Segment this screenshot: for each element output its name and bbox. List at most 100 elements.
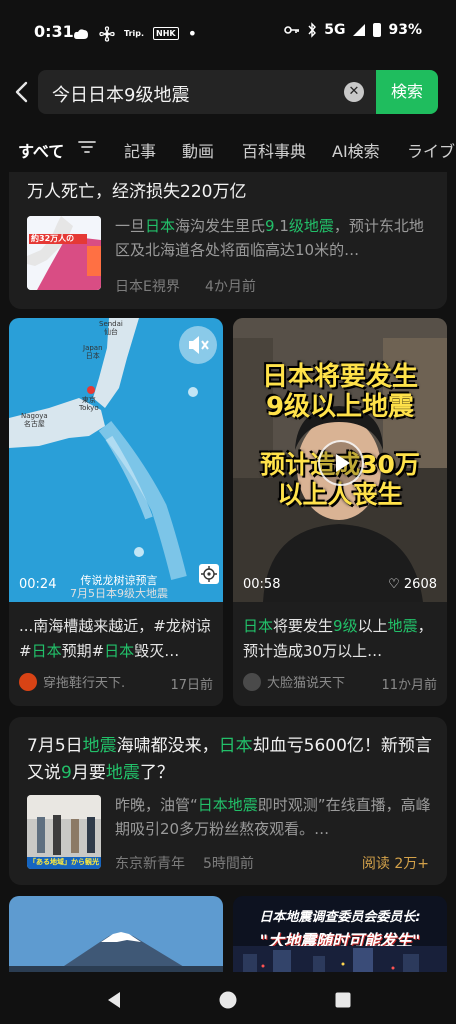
locate-icon[interactable] — [199, 564, 219, 584]
system-navigation-bar — [0, 974, 456, 1024]
title-highlight: 日本 — [243, 617, 274, 635]
nav-back-icon[interactable] — [104, 990, 124, 1010]
video-duration: 00:58 — [243, 577, 281, 592]
result-card-video[interactable] — [9, 896, 223, 972]
overlay-line: 日本将要发生 — [261, 362, 418, 392]
title-highlight: 日本 — [31, 642, 62, 660]
tab-ai-search[interactable]: AI検索 — [332, 138, 380, 162]
bluetooth-icon — [308, 22, 317, 38]
author-name: 大脸猫说天下 — [267, 676, 346, 691]
tab-articles[interactable]: 記事 — [124, 138, 156, 162]
tab-all[interactable]: すべて — [18, 138, 64, 162]
snippet-text: 昨晚，油管“ — [115, 796, 198, 814]
title-text: 月要 — [71, 763, 106, 783]
tab-live[interactable]: ライブ — [407, 138, 455, 162]
search-input[interactable]: 今日日本9级地震 ✕ — [38, 70, 376, 114]
result-card-video[interactable]: Sendai 仙台 Japan 日本 東京 Tokyo Nagoya 名古屋 传说龙树谅… — [9, 318, 223, 706]
article-source: 东京新青年 — [115, 856, 185, 872]
nhk-icon: NHK — [153, 27, 179, 40]
likes-count: 2608 — [403, 577, 437, 592]
overlay-line: 9级以上地震 — [265, 392, 415, 422]
result-card-video[interactable]: 日本将要发生 9级以上地震 预计造成30万 以上人丧生 00:58 ♡ 2608… — [233, 318, 447, 706]
article-date: 4か月前 — [205, 279, 256, 295]
filter-icon[interactable] — [78, 140, 96, 154]
video-author: 大脸猫说天下 — [243, 672, 345, 691]
title-text: 7月5日 — [27, 736, 83, 756]
article-thumbnail: 「ある地域」から観光 — [27, 795, 101, 869]
snippet-highlight: 日本 — [145, 217, 176, 235]
key-icon — [284, 26, 300, 34]
battery-percent: 93% — [388, 22, 422, 38]
overlay-line: 日本地震调查委员会委员长: — [259, 910, 421, 925]
title-text: 以上 — [357, 617, 388, 635]
title-text: 将要发生 — [273, 617, 334, 635]
mute-icon — [189, 336, 209, 354]
search-query-text: 今日日本9级地震 — [52, 85, 190, 106]
clear-icon[interactable]: ✕ — [344, 82, 364, 102]
mute-button[interactable] — [179, 326, 217, 364]
status-system-icons: 5G 93% — [284, 22, 422, 38]
article-title: 万人死亡，经济损失220万亿 — [27, 182, 247, 202]
video-overlay-headline: 日本将要发生 9级以上地震 — [233, 362, 447, 422]
tab-videos[interactable]: 動画 — [182, 138, 214, 162]
snippet-text: 海沟发生里氏 — [175, 217, 266, 235]
video-thumbnail: Sendai 仙台 Japan 日本 東京 Tokyo Nagoya 名古屋 传说龙树谅… — [9, 318, 223, 602]
snippet-highlight: 级地震 — [288, 217, 334, 235]
title-highlight: 地震 — [105, 763, 140, 783]
play-icon — [336, 454, 350, 472]
cloud-icon — [74, 28, 88, 39]
heart-icon: ♡ — [388, 577, 400, 592]
title-highlight: 9 — [61, 763, 72, 783]
article-snippet: 昨晚，油管“日本地震即时观测”在线直播，高峰期吸引20多万粉丝熬夜观看。… — [115, 793, 433, 841]
trip-icon: Trip. — [124, 29, 145, 38]
video-date: 11か月前 — [381, 678, 437, 693]
play-button[interactable] — [318, 440, 364, 486]
video-title: 日本将要发生9级以上地震，预计造成30万以上… — [243, 614, 441, 664]
map-label-tokyo: 東京 Tokyo — [79, 396, 99, 412]
thumbnail-caption: 約32万人の — [31, 234, 75, 243]
snippet-highlight: 9 — [265, 217, 275, 235]
video-author: 穿拖鞋行天下. — [19, 672, 125, 691]
fan-icon — [99, 25, 115, 42]
title-text: 了？ — [139, 763, 174, 783]
title-highlight: 地震 — [387, 617, 418, 635]
result-tabs: すべて 記事 動画 百科事典 AI検索 ライブ — [0, 124, 456, 172]
city-lights-image — [233, 946, 447, 972]
nav-recents-icon[interactable] — [334, 991, 352, 1009]
overlay-line: 传说龙树谅预言 — [80, 574, 158, 587]
video-date: 17日前 — [170, 678, 213, 693]
search-button[interactable]: 検索 — [376, 70, 438, 114]
read-count: 阅读 2万+ — [361, 856, 429, 872]
snippet-text: .1 — [274, 217, 289, 235]
video-likes: ♡ 2608 — [388, 577, 437, 592]
map-label-sendai: Sendai 仙台 — [99, 320, 123, 336]
snippet-highlight: 日本地震 — [197, 796, 258, 814]
map-label-japan: Japan 日本 — [83, 344, 103, 360]
status-time: 0:31 — [34, 22, 74, 41]
article-title: 7月5日地震海啸都没来，日本却血亏5600亿！新预言又说9月要地震了？ — [27, 733, 433, 787]
title-text: 预期# — [61, 642, 105, 660]
battery-icon — [373, 23, 382, 37]
result-card-video[interactable]: 日本地震调查委员会委员长: "大地震随时可能发生" — [233, 896, 447, 972]
video-title: ...南海槽越来越近，#龙树谅#日本预期#日本毁灭… — [19, 614, 217, 664]
result-card-article[interactable]: 万人死亡，经济损失220万亿 約32万人の 一旦日本海沟发生里氏9.1级地震，预… — [9, 172, 447, 309]
tab-encyclopedia[interactable]: 百科事典 — [242, 138, 306, 162]
map-thumbnail-image — [27, 216, 101, 290]
author-name: 穿拖鞋行天下. — [43, 676, 126, 691]
video-overlay-headline: 日本地震调查委员会委员长: "大地震随时可能发生" — [233, 906, 447, 951]
title-text: 毁灭… — [134, 642, 180, 660]
back-arrow-icon[interactable] — [10, 78, 36, 106]
video-thumbnail: 日本将要发生 9级以上地震 预计造成30万 以上人丧生 00:58 ♡ 2608 — [233, 318, 447, 602]
map-label-nagoya: Nagoya 名古屋 — [21, 412, 48, 428]
nav-home-icon[interactable] — [218, 990, 238, 1010]
signal-icon — [353, 24, 366, 36]
avatar — [19, 672, 37, 691]
title-highlight: 地震 — [82, 736, 117, 756]
title-highlight: 日本 — [104, 642, 135, 660]
video-duration: 00:24 — [19, 577, 57, 592]
title-text: 海啸都没来， — [116, 736, 219, 756]
video-overlay-caption: 传说龙树谅预言 7月5日本9级大地震 — [61, 574, 177, 600]
result-card-article[interactable]: 7月5日地震海啸都没来，日本却血亏5600亿！新预言又说9月要地震了？ 「ある地… — [9, 717, 447, 885]
search-bar: 今日日本9级地震 ✕ 検索 — [0, 68, 456, 116]
avatar — [243, 672, 261, 691]
